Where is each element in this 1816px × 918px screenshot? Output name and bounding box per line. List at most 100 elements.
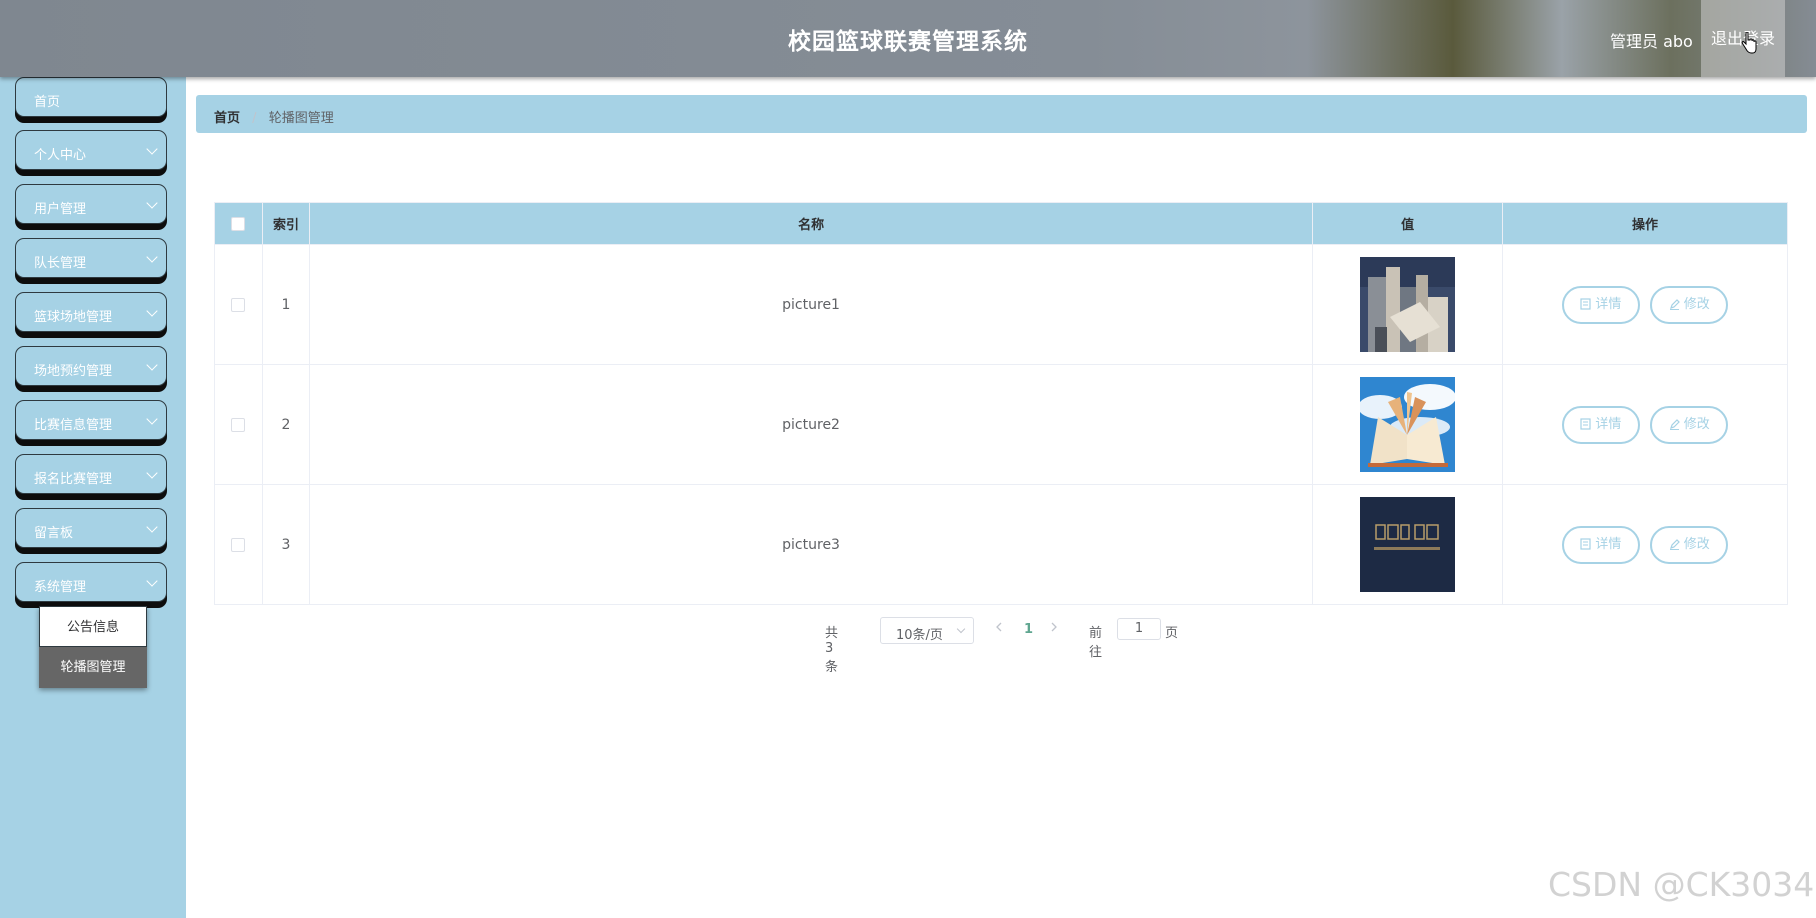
page-size-value: 10条/页 (896, 628, 943, 643)
chevron-down-icon (146, 197, 158, 209)
admin-username: 管理员 abo (1610, 32, 1693, 51)
logo-dark-image[interactable] (1360, 497, 1456, 592)
row-name: picture1 (308, 244, 1314, 365)
row-actions: 详情 修改 (1502, 484, 1788, 605)
edit-label: 修改 (1683, 536, 1710, 552)
row-index: 1 (261, 244, 310, 365)
sidebar-item-label: 首页 (34, 95, 61, 110)
edit-icon (1669, 298, 1680, 310)
chevron-down-icon (146, 305, 158, 317)
edit-icon (1669, 538, 1680, 550)
sidebar-item-label: 场地预约管理 (34, 364, 113, 379)
system-submenu: 公告信息 轮播图管理 (39, 606, 147, 688)
table-row: 2 picture2 详情 修改 (214, 364, 1788, 485)
submenu-item-announcements[interactable]: 公告信息 (39, 606, 147, 647)
submenu-item-carousel[interactable]: 轮播图管理 (39, 647, 147, 688)
row-name: picture2 (308, 364, 1314, 485)
row-index: 3 (261, 484, 310, 605)
prev-page-button[interactable] (995, 621, 1003, 636)
row-checkbox[interactable] (231, 297, 246, 312)
row-value (1312, 364, 1504, 485)
detail-button[interactable]: 详情 (1561, 285, 1640, 324)
page-size-select[interactable]: 10条/页 (880, 617, 974, 644)
edit-label: 修改 (1683, 296, 1710, 312)
sidebar-item-label: 篮球场地管理 (34, 310, 113, 325)
chevron-right-icon (1051, 622, 1057, 632)
sidebar-item-message-board[interactable]: 留言板 (15, 508, 167, 548)
select-all-checkbox[interactable] (231, 216, 246, 231)
chevron-left-icon (996, 622, 1002, 632)
sidebar-item-label: 留言板 (34, 526, 74, 541)
detail-label: 详情 (1595, 536, 1622, 552)
column-header-index: 索引 (261, 202, 310, 245)
column-header-actions: 操作 (1502, 202, 1788, 245)
document-icon (1580, 537, 1591, 550)
sidebar-item-home[interactable]: 首页 (15, 77, 167, 117)
pagination-total: 共 3 条 (825, 626, 839, 675)
chevron-down-icon (956, 624, 966, 634)
column-header-name: 名称 (308, 202, 1314, 245)
edit-label: 修改 (1683, 416, 1710, 432)
next-page-button[interactable] (1050, 621, 1058, 636)
chevron-down-icon (146, 575, 158, 587)
edit-button[interactable]: 修改 (1650, 525, 1729, 564)
sidebar-item-label: 个人中心 (34, 148, 87, 163)
breadcrumb-home[interactable]: 首页 (214, 111, 240, 126)
row-value (1312, 244, 1504, 365)
detail-label: 详情 (1595, 296, 1622, 312)
top-header: 校园篮球联赛管理系统 管理员 abo 退出登录 (0, 0, 1816, 77)
chevron-down-icon (146, 521, 158, 533)
table-row: 1 picture1 详情 修改 (214, 244, 1788, 365)
hand-cursor-icon (1741, 32, 1757, 54)
goto-label: 前往 (1089, 626, 1103, 660)
chevron-down-icon (146, 413, 158, 425)
detail-label: 详情 (1595, 416, 1622, 432)
sidebar-item-captain-management[interactable]: 队长管理 (15, 238, 167, 278)
sidebar-item-match-signup[interactable]: 报名比赛管理 (15, 454, 167, 494)
detail-button[interactable]: 详情 (1561, 405, 1640, 444)
breadcrumb-separator: / (252, 111, 257, 126)
breadcrumb: 首页 / 轮播图管理 (196, 95, 1807, 133)
breadcrumb-current: 轮播图管理 (268, 111, 334, 126)
sidebar-item-system-management[interactable]: 系统管理 (15, 562, 167, 602)
row-checkbox[interactable] (231, 537, 246, 552)
carousel-table: 索引 名称 值 操作 1 picture1 详情 修改 2 picture2 详… (214, 202, 1788, 605)
sidebar-item-label: 系统管理 (34, 580, 87, 595)
chevron-down-icon (146, 143, 158, 155)
sidebar-item-label: 用户管理 (34, 202, 87, 217)
goto-page-input[interactable]: 1 (1117, 618, 1161, 640)
chevron-down-icon (146, 359, 158, 371)
row-actions: 详情 修改 (1502, 244, 1788, 365)
sidebar-item-user-management[interactable]: 用户管理 (15, 184, 167, 224)
app-title: 校园篮球联赛管理系统 (788, 29, 1028, 55)
select-all-cell (214, 202, 263, 245)
detail-button[interactable]: 详情 (1561, 525, 1640, 564)
sidebar-item-label: 队长管理 (34, 256, 87, 271)
sidebar-item-label: 报名比赛管理 (34, 472, 113, 487)
edit-button[interactable]: 修改 (1650, 285, 1729, 324)
row-name: picture3 (308, 484, 1314, 605)
row-checkbox[interactable] (231, 417, 246, 432)
document-icon (1580, 297, 1591, 310)
sidebar-item-court-management[interactable]: 篮球场地管理 (15, 292, 167, 332)
row-index: 2 (261, 364, 310, 485)
chevron-down-icon (146, 467, 158, 479)
sidebar-item-court-booking[interactable]: 场地预约管理 (15, 346, 167, 386)
table-row: 3 picture3 详情 修改 (214, 484, 1788, 605)
book-sky-image[interactable] (1360, 377, 1456, 472)
architecture-image[interactable] (1360, 257, 1456, 352)
page-number-current[interactable]: 1 (1024, 622, 1033, 637)
watermark: CSDN @CK3034 (1548, 865, 1815, 904)
chevron-down-icon (146, 251, 158, 263)
sidebar-item-personal-center[interactable]: 个人中心 (15, 130, 167, 170)
sidebar-item-match-info[interactable]: 比赛信息管理 (15, 400, 167, 440)
edit-button[interactable]: 修改 (1650, 405, 1729, 444)
sidebar-item-label: 比赛信息管理 (34, 418, 113, 433)
row-value (1312, 484, 1504, 605)
document-icon (1580, 417, 1591, 430)
row-actions: 详情 修改 (1502, 364, 1788, 485)
edit-icon (1669, 418, 1680, 430)
page-suffix-label: 页 (1165, 626, 1179, 641)
table-header-row: 索引 名称 值 操作 (214, 202, 1788, 245)
column-header-value: 值 (1312, 202, 1504, 245)
